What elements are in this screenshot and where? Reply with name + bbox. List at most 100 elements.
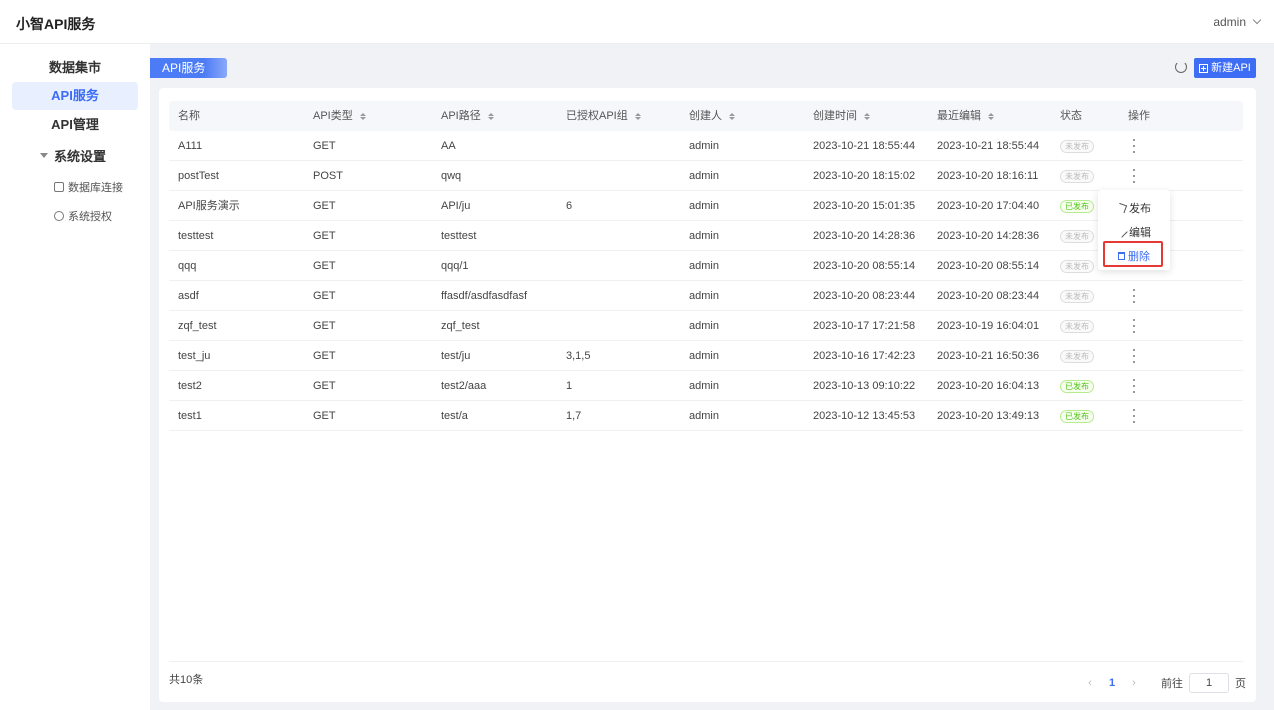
status-badge: 已发布 [1060,200,1094,213]
database-icon [54,182,64,192]
sort-icon[interactable] [729,112,735,120]
cell-type: GET [313,260,336,272]
table-row[interactable]: zqf_test GET zqf_test admin 2023-10-17 17:21… [169,311,1243,341]
cell-created: 2023-10-12 13:45:53 [813,410,916,422]
cell-creator: admin [689,170,719,182]
total-count: 共10条 [169,674,204,686]
table-row[interactable]: asdf GET ffasdf/asdfasdfasf admin 2023-10-20… [169,281,1243,311]
page-number[interactable]: 1 [1101,677,1123,689]
delete-highlight-box [1103,241,1163,267]
status-badge: 未发布 [1060,170,1094,183]
table-row[interactable]: qqq GET qqq/1 admin 2023-10-20 08:55:14 2023-… [169,251,1243,281]
next-page-button[interactable]: › [1123,677,1145,689]
sidebar-group-system-settings[interactable]: 系统设置 [40,146,106,165]
menu-item-publish[interactable]: 发布 [1116,200,1151,216]
status-badge: 未发布 [1060,290,1094,303]
table-row[interactable]: test_ju GET test/ju 3,1,5 admin 2023-10-16 17… [169,341,1243,371]
cell-creator: admin [689,410,719,422]
column-header-path[interactable]: API路径 [441,101,494,131]
table-row[interactable]: A111 GET AA admin 2023-10-21 18:55:44 2023-10… [169,131,1243,161]
column-header-actions: 操作 [1128,110,1150,122]
top-bar: 小智API服务 admin [0,0,1274,44]
edit-icon [1116,226,1128,238]
cell-created: 2023-10-16 17:42:23 [813,350,916,362]
status-badge: 未发布 [1060,320,1094,333]
more-actions-icon[interactable] [1132,409,1136,423]
cell-name: test2 [178,380,202,392]
menu-item-edit[interactable]: 编辑 [1116,224,1151,240]
page-jump-input[interactable] [1189,673,1229,693]
cell-path: qwq [441,170,462,182]
status-badge: 已发布 [1060,380,1094,393]
sidebar: 数据集市 API服务 API管理 系统设置 数据库连接 系统授权 [0,44,150,710]
network-icon [54,211,64,221]
table-row[interactable]: test1 GET test/a 1,7 admin 2023-10-12 13:45:5… [169,401,1243,431]
cell-created: 2023-10-20 15:01:35 [813,200,916,212]
cell-type: POST [313,170,343,182]
sidebar-subitem-label: 系统授权 [68,211,112,223]
cell-name: asdf [178,290,199,302]
table-row[interactable]: testtest GET testtest admin 2023-10-20 14:28… [169,221,1243,251]
column-header-edited[interactable]: 最近编辑 [937,101,994,131]
sidebar-item-system-authorization[interactable]: 系统授权 [54,208,112,224]
cell-edited: 2023-10-20 08:23:44 [937,290,1040,302]
sort-icon[interactable] [988,112,994,120]
cell-name: qqq [178,260,197,272]
cell-name: postTest [178,170,219,182]
cell-groups: 3,1,5 [566,350,591,362]
sidebar-item-api-management[interactable]: API管理 [12,111,138,139]
cell-type: GET [313,380,336,392]
more-actions-icon[interactable] [1132,379,1136,393]
cell-created: 2023-10-20 14:28:36 [813,230,916,242]
table-row[interactable]: API服务演示 GET API/ju 6 admin 2023-10-20 15:01:3… [169,191,1243,221]
cell-creator: admin [689,290,719,302]
cell-type: GET [313,200,336,212]
cell-created: 2023-10-17 17:21:58 [813,320,916,332]
divider [169,661,1243,662]
column-header-type[interactable]: API类型 [313,101,366,131]
page-suffix: 页 [1235,678,1246,690]
cell-edited: 2023-10-19 16:04:01 [937,320,1040,332]
sort-icon[interactable] [487,112,494,120]
sort-icon[interactable] [864,112,870,120]
cell-path: zqf_test [441,320,480,332]
more-actions-icon[interactable] [1132,139,1136,153]
sidebar-item-api-service[interactable]: API服务 [12,82,138,110]
cell-type: GET [313,230,336,242]
sort-icon[interactable] [634,112,641,120]
more-actions-icon[interactable] [1132,289,1136,303]
refresh-icon[interactable] [1175,61,1187,73]
more-actions-icon[interactable] [1132,349,1136,363]
sidebar-item-database-connection[interactable]: 数据库连接 [54,179,123,195]
column-header-created[interactable]: 创建时间 [813,101,870,131]
cell-name: A111 [178,140,203,152]
column-header-groups[interactable]: 已授权API组 [566,101,641,131]
new-api-button[interactable]: 新建API [1194,58,1256,78]
cell-type: GET [313,140,336,152]
table-row[interactable]: postTest POST qwq admin 2023-10-20 18:15:02 2… [169,161,1243,191]
cell-groups: 1,7 [566,410,582,422]
user-menu[interactable]: admin [1213,15,1262,29]
sidebar-item-data-market[interactable]: 数据集市 [12,54,138,82]
status-badge: 未发布 [1060,230,1094,243]
cell-edited: 2023-10-20 17:04:40 [937,200,1040,212]
cell-groups: 1 [566,380,573,392]
more-actions-icon[interactable] [1132,319,1136,333]
api-list-card: 名称 API类型 API路径 已授权API组 创建人 创建时间 最近编辑 状态 … [159,88,1256,702]
prev-page-button[interactable]: ‹ [1079,677,1101,689]
goto-label: 前往 [1161,678,1183,690]
cell-creator: admin [689,230,719,242]
cell-path: ffasdf/asdfasdfasf [441,290,528,302]
cell-path: test2/aaa [441,380,487,392]
table-row[interactable]: test2 GET test2/aaa 1 admin 2023-10-13 09:10:… [169,371,1243,401]
column-header-creator[interactable]: 创建人 [689,101,735,131]
cell-name: test_ju [178,350,211,362]
cell-edited: 2023-10-20 14:28:36 [937,230,1040,242]
cell-edited: 2023-10-21 18:55:44 [937,140,1040,152]
cell-created: 2023-10-21 18:55:44 [813,140,916,152]
cell-created: 2023-10-13 09:10:22 [813,380,916,392]
cell-path: qqq/1 [441,260,469,272]
cell-creator: admin [689,320,719,332]
sort-icon[interactable] [359,112,366,120]
more-actions-icon[interactable] [1132,169,1136,183]
